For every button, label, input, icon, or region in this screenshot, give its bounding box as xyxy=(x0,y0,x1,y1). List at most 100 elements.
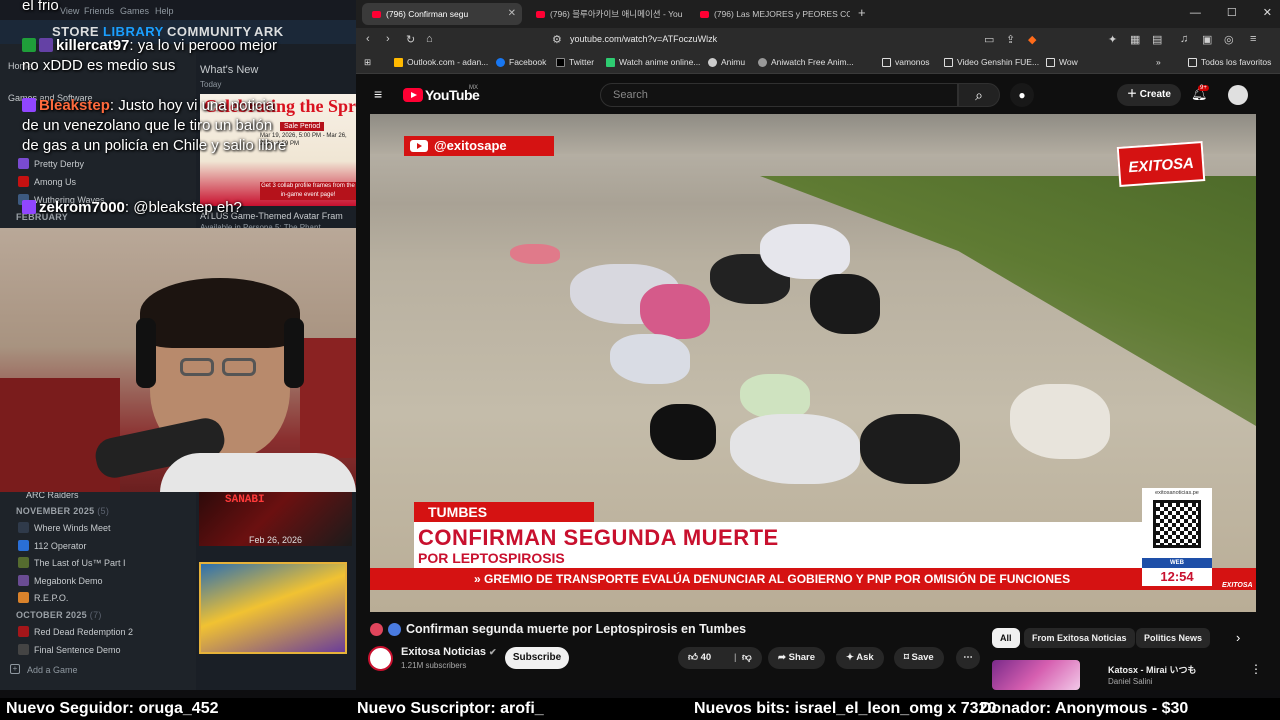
home-icon[interactable]: ⌂ xyxy=(426,33,433,45)
bookmarks-overflow-icon[interactable]: » xyxy=(1156,57,1161,67)
create-button[interactable]: ＋ Create xyxy=(1117,84,1181,106)
tab-youtube-2[interactable]: (796) 블루아카이브 애니메이션 - You xyxy=(526,3,686,25)
plus-icon: ＋ xyxy=(1127,89,1140,100)
account-avatar[interactable] xyxy=(1228,85,1248,105)
wallet-icon[interactable]: ▣ xyxy=(1202,33,1212,46)
like-button[interactable]: 👍︎ 40 | 👎︎ xyxy=(678,647,762,669)
game-card-art[interactable] xyxy=(199,562,347,654)
chip-politics-news[interactable]: Politics News xyxy=(1136,628,1211,648)
all-bookmarks[interactable]: Todos los favoritos xyxy=(1188,57,1271,67)
site-info-icon[interactable]: ⚙ xyxy=(552,33,562,46)
tab-youtube-active[interactable]: (796) Confirman segu ✕ xyxy=(362,3,522,25)
more-actions-icon[interactable]: ⋯ xyxy=(956,647,980,669)
youtube-logo-icon[interactable] xyxy=(403,88,423,102)
puzzle-icon[interactable]: ▦ xyxy=(1130,33,1140,46)
close-tab-icon[interactable]: ✕ xyxy=(508,8,516,19)
subscribe-button[interactable]: Subscribe xyxy=(505,647,569,669)
chip-from-channel[interactable]: From Exitosa Noticias xyxy=(1024,628,1135,648)
verified-icon: ✔ xyxy=(489,647,497,657)
music-icon[interactable]: ♫ xyxy=(1180,33,1188,45)
tab-youtube-3[interactable]: (796) Las MEJORES y PEORES COLAB xyxy=(690,3,850,25)
back-icon[interactable]: ‹ xyxy=(366,33,370,45)
new-tab-button[interactable]: + xyxy=(858,5,866,20)
bookmark-aniwatch[interactable]: Aniwatch Free Anim... xyxy=(758,57,854,67)
search-button[interactable]: ⌕ xyxy=(958,83,1000,107)
voice-search-button[interactable]: ● xyxy=(1010,83,1034,107)
folder-icon xyxy=(1046,57,1055,67)
bookmark-facebook[interactable]: Facebook xyxy=(496,57,546,67)
recommended-thumbnail[interactable] xyxy=(992,660,1080,690)
game-card-sanabi[interactable]: SANABI Feb 26, 2026 xyxy=(199,492,352,546)
sidebar-item-rdr2[interactable]: Red Dead Redemption 2 xyxy=(18,624,133,639)
search-icon: ⌕ xyxy=(975,87,983,103)
chair-back xyxy=(0,378,120,492)
sidebar-item-among-us[interactable]: Among Us xyxy=(18,174,76,189)
channel-name[interactable]: Exitosa Noticias ✔ xyxy=(401,646,497,658)
sidebar-section-october[interactable]: OCTOBER 2025 (7) xyxy=(16,610,102,620)
lower-third-subheadline: POR LEPTOSPIROSIS xyxy=(418,550,565,566)
hamburger-menu-icon[interactable]: ≡ xyxy=(374,86,382,102)
video-player[interactable]: @exitosape EXITOSA TUMBES CONFIRMAN SEGU… xyxy=(370,114,1256,612)
extension-icon[interactable]: ✦ xyxy=(1108,33,1117,46)
bookmark-watch-anime[interactable]: Watch anime online... xyxy=(606,57,700,67)
channel-avatar[interactable] xyxy=(368,646,393,671)
share-icon: ➦ xyxy=(778,652,789,663)
screen-icon[interactable]: ▭ xyxy=(984,33,994,46)
reload-icon[interactable]: ↻ xyxy=(406,33,415,46)
steam-menu-friends[interactable]: Friends xyxy=(84,6,114,16)
steam-menu-games[interactable]: Games xyxy=(120,6,149,16)
search-input[interactable]: Search xyxy=(600,83,958,107)
recommended-title[interactable]: Katosx - Mirai いつも xyxy=(1108,663,1197,676)
add-game-button[interactable]: + Add a Game xyxy=(0,660,196,680)
ask-button[interactable]: ✦ Ask xyxy=(836,647,884,669)
bookmark-folder-genshin[interactable]: Video Genshin FUE... xyxy=(944,57,1039,67)
chips-next-icon[interactable]: › xyxy=(1236,630,1240,645)
news-ticker: » GREMIO DE TRANSPORTE EVALÚA DENUNCIAR … xyxy=(370,568,1256,590)
thumbs-down-icon[interactable]: 👎︎ xyxy=(742,647,752,669)
badge-icon xyxy=(22,38,36,52)
vpn-icon[interactable]: ◎ xyxy=(1224,33,1234,46)
bookmark-folder-wow[interactable]: Wow xyxy=(1046,57,1078,67)
maximize-icon[interactable]: ☐ xyxy=(1227,7,1237,19)
save-button[interactable]: ⌑ Save xyxy=(894,647,944,669)
bookmark-twitter[interactable]: Twitter xyxy=(556,57,594,67)
close-window-icon[interactable]: ✕ xyxy=(1263,7,1272,19)
garbage-bag xyxy=(760,224,850,279)
garbage-bag xyxy=(510,244,560,264)
video-handle-badge: @exitosape xyxy=(404,136,554,156)
game-icon xyxy=(18,540,29,551)
sidebar-icon[interactable]: ▤ xyxy=(1152,33,1162,46)
sidebar-item-112-operator[interactable]: 112 Operator xyxy=(18,538,86,553)
share-button[interactable]: ➦ Share xyxy=(768,647,826,669)
minimize-icon[interactable]: — xyxy=(1190,7,1201,19)
bookmark-outlook[interactable]: Outlook.com - adan... xyxy=(394,57,488,67)
game-icon xyxy=(18,557,29,568)
recommended-menu-icon[interactable]: ⋮ xyxy=(1250,662,1262,676)
recommended-channel: Daniel Salini xyxy=(1108,677,1153,686)
sidebar-section-november[interactable]: NOVEMBER 2025 (5) xyxy=(16,506,109,516)
brave-shield-icon[interactable]: ◆ xyxy=(1028,33,1036,46)
sidebar-item-last-of-us[interactable]: The Last of Us™ Part I xyxy=(18,555,126,570)
share-page-icon[interactable]: ⇪ xyxy=(1006,33,1015,46)
apps-icon[interactable]: ⊞ xyxy=(364,57,371,68)
steam-menu-help[interactable]: Help xyxy=(155,6,174,16)
sidebar-item-repo[interactable]: R.E.P.O. xyxy=(18,590,68,605)
chip-all[interactable]: All xyxy=(992,628,1020,648)
whats-new-date: Today xyxy=(200,80,222,89)
sidebar-item-megabonk[interactable]: Megabonk Demo xyxy=(18,573,103,588)
bookmark-animu[interactable]: Animu xyxy=(708,57,745,67)
forward-icon[interactable]: › xyxy=(386,33,390,45)
game-icon xyxy=(18,626,29,637)
bookmark-folder-vamonos[interactable]: vamonos xyxy=(882,57,930,67)
plus-icon: + xyxy=(10,664,20,674)
menu-icon[interactable]: ≡ xyxy=(1250,33,1256,45)
sidebar-item-pretty-derby[interactable]: Pretty Derby xyxy=(18,156,84,171)
headphone-right xyxy=(284,318,304,388)
outlook-icon xyxy=(394,57,403,67)
badge-icon xyxy=(22,98,36,112)
steam-menu-view[interactable]: View xyxy=(60,6,79,16)
url-field[interactable]: youtube.com/watch?v=ATFoczuWlzk xyxy=(570,34,717,44)
sidebar-item-final-sentence[interactable]: Final Sentence Demo xyxy=(18,642,121,657)
garbage-bag xyxy=(640,284,710,339)
sidebar-item-where-winds-meet[interactable]: Where Winds Meet xyxy=(18,520,111,535)
